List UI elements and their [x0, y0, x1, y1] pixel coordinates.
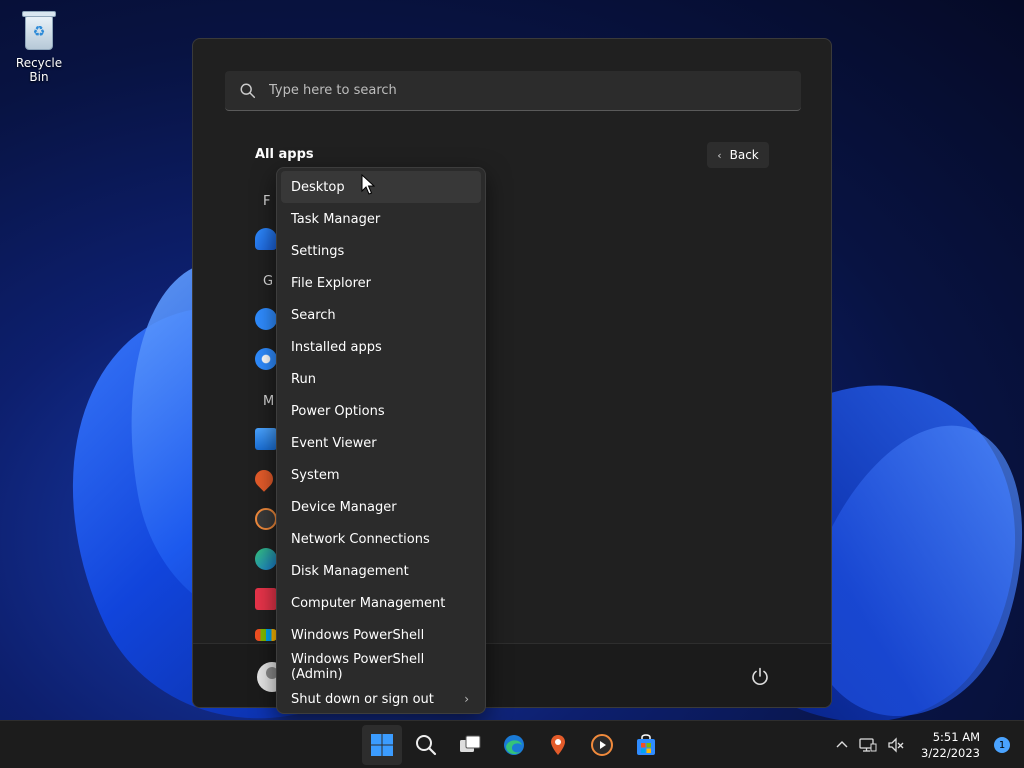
chevron-right-icon: › [464, 692, 469, 706]
mail-icon [255, 428, 277, 450]
mouse-cursor-icon [361, 174, 375, 195]
clock-date: 3/22/2023 [921, 746, 980, 760]
menu-item-label: Network Connections [291, 531, 430, 547]
menu-item-label: Installed apps [291, 339, 382, 355]
network-icon[interactable] [859, 737, 877, 753]
menu-item-label: System [291, 467, 340, 483]
store-icon [637, 734, 655, 755]
menu-item-label: Disk Management [291, 563, 409, 579]
people-icon [255, 228, 277, 250]
taskbar-clock[interactable]: 5:51 AM 3/22/2023 [921, 729, 980, 761]
windows-logo-icon [371, 734, 393, 756]
search-icon [416, 735, 437, 756]
volume-muted-icon[interactable] [887, 737, 905, 753]
menu-item-windows-powershell[interactable]: Windows PowerShell [281, 619, 481, 651]
menu-item-desktop[interactable]: Desktop [281, 171, 481, 203]
chevron-up-icon[interactable] [835, 738, 849, 752]
menu-item-label: Windows PowerShell (Admin) [291, 652, 425, 682]
clock-time: 5:51 AM [932, 730, 980, 744]
taskbar-apps [362, 725, 666, 765]
notification-badge[interactable]: 1 [994, 737, 1010, 753]
menu-item-label: Task Manager [291, 211, 381, 227]
edge-icon [255, 548, 277, 570]
letter-header-label: F [263, 193, 271, 209]
menu-item-shut-down[interactable]: Shut down or sign out › [281, 683, 481, 715]
recycle-bin-label: Recycle Bin [15, 56, 63, 84]
letter-header-label: G [263, 273, 274, 289]
recycle-bin-icon: ♻ [21, 8, 57, 52]
maps-icon [251, 466, 277, 492]
media-player-icon [591, 734, 613, 756]
get-started-icon [255, 348, 277, 370]
store-icon [255, 629, 277, 641]
media-player-icon [255, 508, 277, 530]
menu-item-label: Power Options [291, 403, 385, 419]
taskbar: 5:51 AM 3/22/2023 1 [0, 720, 1024, 768]
menu-item-label: Desktop [291, 179, 345, 195]
search-icon [240, 83, 256, 98]
back-label: Back [729, 148, 759, 162]
taskbar-store-button[interactable] [626, 725, 666, 765]
chevron-left-icon: ‹ [717, 148, 722, 162]
menu-item-run[interactable]: Run [281, 363, 481, 395]
taskbar-maps-button[interactable] [538, 725, 578, 765]
letter-header-label: M [263, 393, 275, 409]
menu-item-installed-apps[interactable]: Installed apps [281, 331, 481, 363]
menu-item-settings[interactable]: Settings [281, 235, 481, 267]
menu-item-search[interactable]: Search [281, 299, 481, 331]
taskbar-search-button[interactable] [406, 725, 446, 765]
menu-item-label: Device Manager [291, 499, 397, 515]
menu-item-label: Settings [291, 243, 345, 259]
menu-item-device-manager[interactable]: Device Manager [281, 491, 481, 523]
menu-item-label: File Explorer [291, 275, 372, 291]
winx-context-menu: Desktop Task Manager Settings File Explo… [276, 167, 486, 714]
maps-icon [551, 735, 565, 755]
menu-item-label: Run [291, 371, 316, 387]
get-help-icon [255, 308, 277, 330]
menu-item-disk-management[interactable]: Disk Management [281, 555, 481, 587]
search-box[interactable] [225, 71, 801, 111]
power-icon[interactable] [749, 666, 771, 688]
system-tray: 5:51 AM 3/22/2023 1 [835, 721, 1010, 768]
all-apps-heading: All apps [255, 147, 314, 162]
search-input[interactable] [269, 83, 769, 98]
desktop-icon-recycle-bin[interactable]: ♻ Recycle Bin [6, 8, 72, 84]
menu-item-file-explorer[interactable]: File Explorer [281, 267, 481, 299]
edge-icon [504, 735, 524, 755]
menu-item-computer-management[interactable]: Computer Management [281, 587, 481, 619]
menu-item-label: Computer Management [291, 595, 446, 611]
start-button[interactable] [362, 725, 402, 765]
menu-item-label: Event Viewer [291, 435, 377, 451]
menu-item-windows-powershell-admin[interactable]: Windows PowerShell (Admin) [281, 651, 481, 683]
task-view-button[interactable] [450, 725, 490, 765]
news-icon [255, 588, 277, 610]
menu-item-label: Windows PowerShell [291, 627, 425, 643]
menu-item-task-manager[interactable]: Task Manager [281, 203, 481, 235]
menu-item-event-viewer[interactable]: Event Viewer [281, 427, 481, 459]
menu-item-power-options[interactable]: Power Options [281, 395, 481, 427]
taskbar-edge-button[interactable] [494, 725, 534, 765]
menu-item-label: Shut down or sign out [291, 691, 434, 707]
menu-item-system[interactable]: System [281, 459, 481, 491]
taskbar-media-player-button[interactable] [582, 725, 622, 765]
menu-item-label: Search [291, 307, 336, 323]
menu-item-network-connections[interactable]: Network Connections [281, 523, 481, 555]
back-button[interactable]: ‹ Back [707, 142, 769, 168]
task-view-icon [460, 735, 481, 752]
